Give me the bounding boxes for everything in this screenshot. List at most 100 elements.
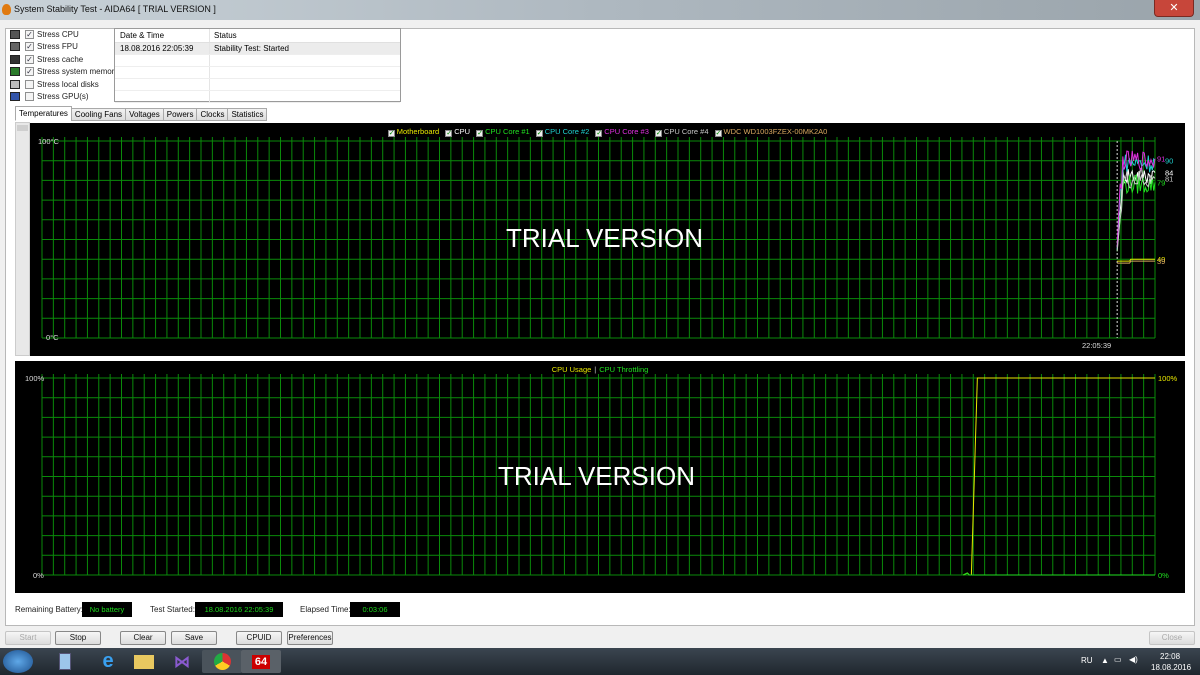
- stress-label: Stress FPU: [37, 42, 78, 51]
- legend-checkbox[interactable]: ✓: [476, 130, 484, 137]
- tab-clocks[interactable]: Clocks: [196, 108, 229, 121]
- legend-checkbox[interactable]: ✓: [654, 130, 662, 137]
- y-axis-bottom-label: 0°C: [46, 333, 59, 342]
- log-status: Stability Test: Started: [214, 44, 289, 53]
- stress-checkbox[interactable]: [25, 79, 34, 89]
- internet-explorer-icon[interactable]: e: [88, 650, 128, 673]
- close-button[interactable]: Close: [1149, 631, 1195, 645]
- series-end-value: 81: [1165, 174, 1173, 183]
- hardware-icon: [10, 92, 20, 101]
- preferences-button[interactable]: Preferences: [287, 631, 333, 645]
- save-button[interactable]: Save: [171, 631, 217, 645]
- start-button[interactable]: Start: [5, 631, 51, 645]
- legend-item[interactable]: ✓ CPU Core #1: [476, 127, 530, 137]
- window-close-button[interactable]: ✕: [1154, 0, 1194, 17]
- stop-button[interactable]: Stop: [55, 631, 101, 645]
- window-title: System Stability Test - AIDA64 [ TRIAL V…: [14, 4, 216, 14]
- legend-item[interactable]: CPU Usage: [552, 365, 592, 374]
- clear-button[interactable]: Clear: [120, 631, 166, 645]
- stress-option[interactable]: ✓ Stress FPU: [10, 41, 78, 53]
- title-bar: System Stability Test - AIDA64 [ TRIAL V…: [0, 0, 1200, 20]
- stress-checkbox[interactable]: ✓: [25, 67, 34, 76]
- battery-value: No battery: [82, 602, 132, 617]
- visual-studio-icon[interactable]: ⋈: [162, 650, 202, 673]
- legend-label: CPU Usage: [551, 365, 592, 374]
- chart-scrollbar[interactable]: [15, 122, 30, 356]
- legend-item[interactable]: ✓ CPU Core #4: [654, 127, 709, 137]
- temperature-legend: ✓ Motherboard ✓ CPU ✓ CPU Core #1 ✓ CPU Core #2…: [30, 127, 1185, 137]
- stress-label: Stress cache: [37, 54, 84, 64]
- series-end-value: 91: [1157, 155, 1165, 164]
- hardware-icon: [10, 79, 20, 89]
- stress-checkbox[interactable]: [25, 92, 34, 101]
- y-axis-top-label: 100%: [25, 374, 45, 383]
- cpu-usage-legend: CPU Usage | CPU Throttling: [15, 365, 1185, 374]
- cpuid-button[interactable]: CPUID: [236, 631, 282, 645]
- legend-item[interactable]: ✓ CPU Core #3: [595, 127, 649, 137]
- battery-label: Remaining Battery:: [15, 605, 84, 614]
- clock-time[interactable]: 22:08: [1160, 652, 1180, 661]
- legend-label: CPU: [454, 127, 471, 136]
- tab-statistics[interactable]: Statistics: [227, 108, 268, 121]
- stress-checkbox[interactable]: ✓: [25, 42, 34, 51]
- stress-option[interactable]: Stress local disks: [10, 78, 99, 90]
- tab-powers[interactable]: Powers: [162, 108, 198, 121]
- clock-date[interactable]: 18.08.2016: [1151, 663, 1191, 672]
- language-indicator[interactable]: RU: [1081, 656, 1093, 665]
- stress-label: Stress CPU: [37, 29, 79, 39]
- stress-checkbox[interactable]: ✓: [25, 29, 34, 39]
- legend-checkbox[interactable]: ✓: [387, 130, 395, 137]
- legend-item[interactable]: ✓ Motherboard: [387, 127, 439, 137]
- chrome-icon[interactable]: [202, 650, 242, 673]
- stress-label: Stress GPU(s): [37, 92, 89, 101]
- network-icon[interactable]: ▭: [1114, 655, 1122, 664]
- series-line-cpu-throttling: [963, 572, 1155, 576]
- column-status[interactable]: Status: [210, 31, 237, 40]
- stress-option[interactable]: ✓ Stress CPU: [10, 28, 79, 40]
- volume-icon[interactable]: ◀): [1129, 655, 1138, 664]
- stress-option[interactable]: ✓ Stress cache: [10, 53, 83, 65]
- legend-label: CPU Core #4: [663, 127, 709, 136]
- legend-item[interactable]: ✓ CPU Core #2: [535, 127, 589, 137]
- tab-temperatures[interactable]: Temperatures: [15, 106, 72, 121]
- legend-checkbox[interactable]: ✓: [445, 130, 453, 137]
- legend-item[interactable]: CPU Throttling: [599, 365, 648, 374]
- elapsed-time-label: Elapsed Time:: [300, 605, 351, 614]
- series-end-value: 90: [1165, 157, 1173, 166]
- aida64-icon: 64: [251, 654, 271, 669]
- event-log-table: Date & Time Status 18.08.2016 22:05:39 S…: [114, 28, 401, 103]
- start-orb-icon[interactable]: [3, 650, 33, 673]
- stress-option[interactable]: Stress GPU(s): [10, 91, 89, 103]
- scrollbar-thumb[interactable]: [17, 125, 28, 131]
- legend-item[interactable]: ✓ WDC WD1003FZEX-00MK2A0: [714, 127, 827, 137]
- test-started-value: 18.08.2016 22:05:39: [195, 602, 283, 617]
- hardware-icon: [10, 54, 20, 64]
- tray-expand-icon[interactable]: ▲: [1101, 656, 1109, 665]
- tab-cooling-fans[interactable]: Cooling Fans: [70, 108, 127, 121]
- stress-label: Stress local disks: [37, 79, 99, 89]
- legend-label: CPU Core #1: [485, 127, 530, 136]
- log-time: 18.08.2016 22:05:39: [115, 43, 210, 54]
- taskbar: e ⋈ 64 RU ▲ ▭ ◀) 22:08 18.08.2016: [0, 648, 1200, 675]
- log-row[interactable]: 18.08.2016 22:05:39 Stability Test: Star…: [115, 43, 400, 55]
- right-top-label: 100%: [1158, 374, 1178, 383]
- calculator-icon[interactable]: [45, 650, 85, 673]
- trial-watermark: TRIAL VERSION: [498, 461, 695, 491]
- stress-label: Stress system memory: [37, 67, 119, 76]
- series-line-cpu-core-2: [1116, 154, 1156, 250]
- legend-item[interactable]: ✓ CPU: [445, 127, 471, 137]
- file-explorer-icon[interactable]: [124, 650, 164, 673]
- stress-option[interactable]: ✓ Stress system memory: [10, 66, 118, 78]
- aida64-taskbar-button[interactable]: 64: [241, 650, 281, 673]
- tab-bar: Temperatures Cooling Fans Voltages Powers Cl…: [15, 106, 268, 121]
- legend-checkbox[interactable]: ✓: [714, 130, 722, 137]
- series-end-value: 39: [1157, 257, 1165, 266]
- tab-voltages[interactable]: Voltages: [125, 108, 164, 121]
- stress-checkbox[interactable]: ✓: [25, 54, 34, 64]
- elapsed-time-value: 0:03:06: [350, 602, 400, 617]
- legend-checkbox[interactable]: ✓: [535, 130, 543, 137]
- legend-checkbox[interactable]: ✓: [595, 130, 603, 137]
- x-marker-label: 22:05:39: [1082, 341, 1112, 350]
- column-date-time[interactable]: Date & Time: [115, 29, 210, 42]
- right-bottom-label: 0%: [1158, 571, 1169, 580]
